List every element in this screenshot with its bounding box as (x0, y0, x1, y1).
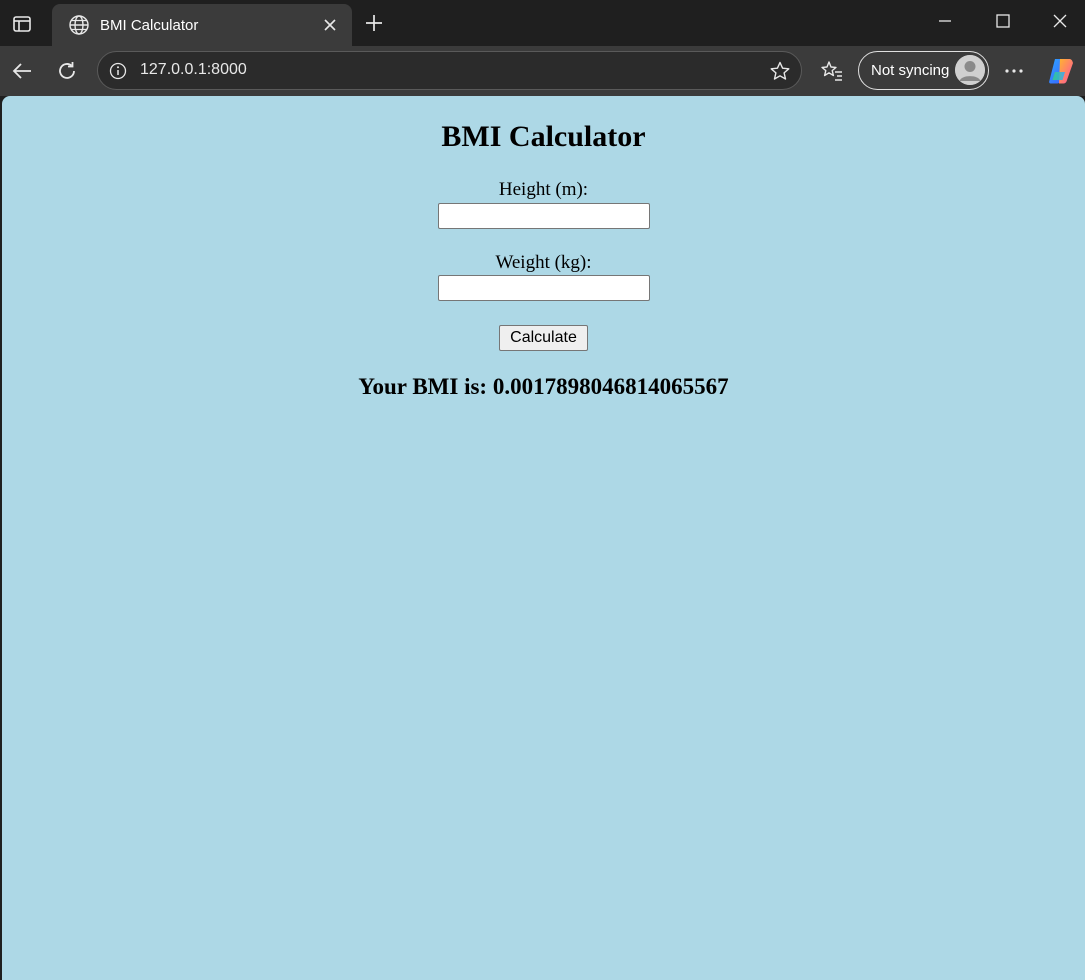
bmi-result: Your BMI is: 0.0017898046814065567 (358, 374, 729, 399)
height-label: Height (m): (498, 179, 589, 200)
maximize-icon[interactable] (988, 8, 1018, 34)
reload-icon[interactable] (53, 57, 81, 85)
active-tab[interactable]: BMI Calculator (52, 4, 352, 46)
profile-button[interactable]: Not syncing (858, 51, 989, 90)
tab-title: BMI Calculator (100, 16, 199, 34)
new-tab-icon[interactable] (362, 11, 386, 35)
page-title: BMI Calculator (441, 120, 646, 153)
avatar-icon (955, 55, 985, 85)
copilot-icon[interactable] (1046, 56, 1076, 86)
calculate-button[interactable]: Calculate (499, 325, 588, 351)
favorites-icon[interactable] (818, 57, 846, 85)
globe-icon (68, 14, 90, 36)
profile-label: Not syncing (871, 62, 950, 79)
address-bar[interactable]: 127.0.0.1:8000 (97, 51, 802, 90)
page-viewport: BMI Calculator Height (m): Weight (kg): … (2, 96, 1085, 980)
info-icon[interactable] (108, 61, 128, 81)
minimize-icon[interactable] (930, 8, 960, 34)
weight-input[interactable] (438, 275, 650, 301)
height-input[interactable] (438, 203, 650, 229)
weight-label: Weight (kg): (495, 252, 592, 273)
browser-toolbar: 127.0.0.1:8000 Not syncing (0, 46, 1085, 96)
close-window-icon[interactable] (1045, 8, 1075, 34)
tab-actions-icon[interactable] (8, 10, 36, 38)
tab-strip: BMI Calculator (0, 0, 1085, 46)
favorite-star-icon[interactable] (769, 60, 791, 82)
back-arrow-icon[interactable] (8, 57, 36, 85)
close-tab-icon[interactable] (318, 13, 342, 37)
more-options-icon[interactable] (1000, 57, 1028, 85)
url-text: 127.0.0.1:8000 (140, 61, 247, 78)
